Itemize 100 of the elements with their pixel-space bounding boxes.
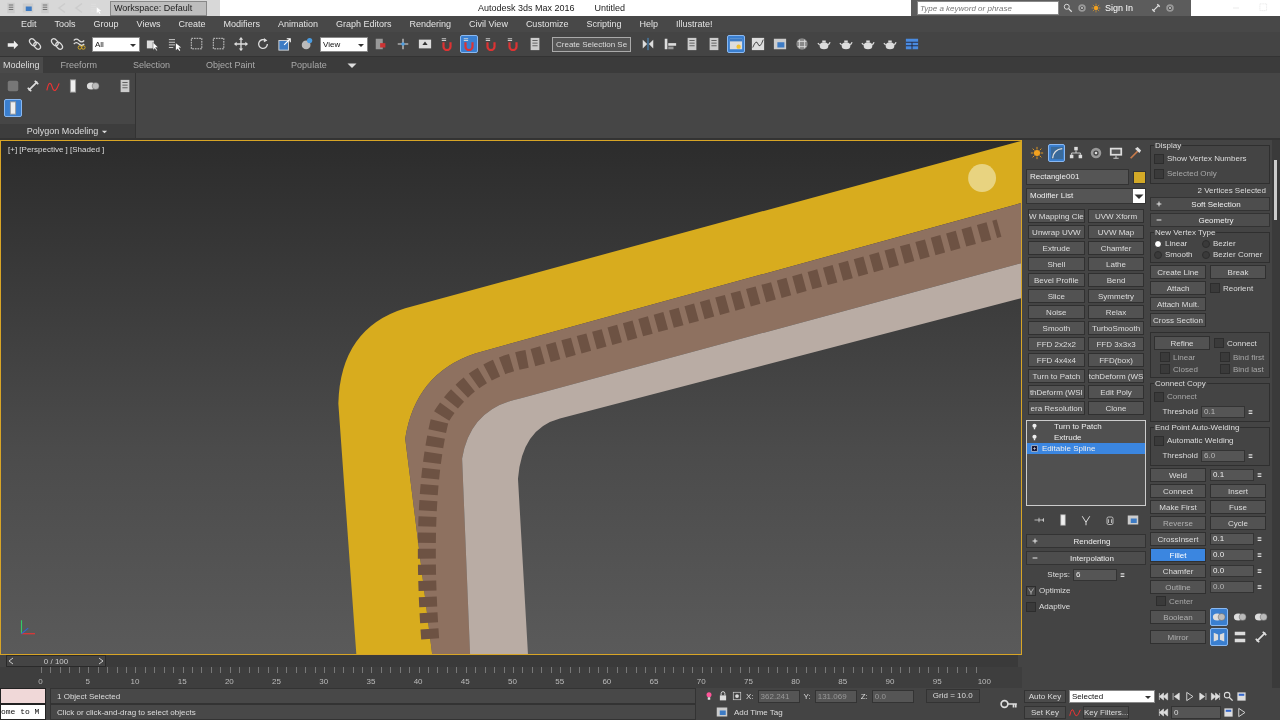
next-frame-icon[interactable] xyxy=(1197,690,1208,702)
mirror-horizontal-icon[interactable] xyxy=(1210,628,1228,646)
modifier-stack-item[interactable]: Extrude xyxy=(1027,432,1145,443)
move-icon[interactable] xyxy=(232,35,250,53)
spinner-arrows-icon[interactable] xyxy=(1257,470,1262,480)
key-mode-dropdown[interactable]: Selected xyxy=(1069,689,1155,703)
checkbox[interactable]: Automatic Welding xyxy=(1154,435,1234,446)
command-button[interactable]: Attach Mult. xyxy=(1150,297,1206,311)
lightbulb-icon[interactable] xyxy=(1031,423,1038,430)
modifier-button[interactable]: Slice xyxy=(1028,289,1085,303)
time-slider-handle[interactable]: 0 / 100 xyxy=(6,655,106,667)
sign-in-link[interactable]: Sign In xyxy=(1105,3,1134,13)
spinner-field[interactable]: 0.1 xyxy=(1210,533,1254,545)
checkbox[interactable]: Connect xyxy=(1214,338,1266,348)
modifier-button[interactable]: Clone xyxy=(1087,401,1145,415)
spinner-arrows-icon[interactable] xyxy=(1257,566,1262,576)
radio-button[interactable]: Bezier Corner xyxy=(1202,250,1268,259)
maxscript-input[interactable] xyxy=(0,688,46,704)
rollout-header[interactable]: Rendering xyxy=(1026,534,1146,548)
workspace-dropdown[interactable]: Workspace: Default xyxy=(110,0,208,16)
auto-key-button[interactable]: Auto Key xyxy=(1024,689,1066,703)
spinner-field[interactable]: 0.1 xyxy=(1210,469,1254,481)
minus-icon[interactable] xyxy=(1155,216,1163,224)
viewport-label[interactable]: [+] [Perspective ] [Shaded ] xyxy=(8,145,105,154)
caret-icon[interactable] xyxy=(1133,189,1145,203)
lock-icon[interactable] xyxy=(718,691,728,701)
dropdown[interactable]: All xyxy=(92,36,140,52)
scrollbar-thumb[interactable] xyxy=(1274,160,1277,220)
menu-item[interactable]: Customize xyxy=(516,19,578,29)
rollout-header[interactable]: Soft Selection xyxy=(1150,197,1270,211)
command-button[interactable]: Cross Section xyxy=(1150,313,1206,327)
ribbon-tab[interactable]: Freeform xyxy=(42,57,116,73)
command-button[interactable]: Insert xyxy=(1210,484,1266,498)
radio-button[interactable]: Bezier xyxy=(1202,239,1268,248)
command-button[interactable]: Fillet xyxy=(1150,548,1206,562)
radio-button[interactable]: Linear xyxy=(1154,239,1202,248)
command-button[interactable]: Cycle xyxy=(1210,516,1266,530)
command-button[interactable]: Fuse xyxy=(1210,500,1266,514)
menu-item[interactable]: Help xyxy=(630,19,667,29)
modifier-button[interactable]: tchDeform (WS xyxy=(1087,369,1145,383)
command-button[interactable]: Attach xyxy=(1150,281,1206,295)
menu-item[interactable]: Scripting xyxy=(577,19,631,29)
spinner-field[interactable]: 0.0 xyxy=(1210,565,1254,577)
modifier-button[interactable]: UVW Xform xyxy=(1087,209,1145,223)
plus-icon[interactable] xyxy=(1031,537,1039,545)
modifier-button[interactable]: Turn to Patch xyxy=(1028,369,1085,383)
modifier-button[interactable]: W Mapping Cle xyxy=(1028,209,1085,223)
viewport[interactable]: [+] [Perspective ] [Shaded ] xyxy=(0,140,1022,655)
named-selection-field[interactable]: Create Selection Se xyxy=(552,36,632,52)
rollout-header[interactable]: Interpolation xyxy=(1026,551,1146,565)
ribbon-tab[interactable]: Populate xyxy=(273,57,345,73)
modifier-button[interactable]: FFD(box) xyxy=(1087,353,1145,367)
modifier-button[interactable]: Smooth xyxy=(1028,321,1085,335)
checkbox[interactable]: Show Vertex Numbers xyxy=(1154,153,1247,164)
menu-item[interactable]: Animation xyxy=(268,19,327,29)
modifier-button[interactable]: FFD 2x2x2 xyxy=(1028,337,1085,351)
scale-icon[interactable] xyxy=(276,35,294,53)
modifier-button[interactable]: Chamfer xyxy=(1087,241,1145,255)
minus-icon[interactable] xyxy=(1031,554,1039,562)
frame-field[interactable]: 0 xyxy=(1171,705,1221,719)
spinner-arrows-icon[interactable] xyxy=(1257,550,1262,560)
go-to-start-icon[interactable] xyxy=(1158,690,1169,702)
plus-icon[interactable] xyxy=(1155,200,1163,208)
command-button[interactable]: Chamfer xyxy=(1150,564,1206,578)
modifier-button[interactable]: Bevel Profile xyxy=(1028,273,1085,287)
modifier-button[interactable]: TurboSmooth xyxy=(1087,321,1145,335)
zoom-icon[interactable] xyxy=(1223,690,1234,702)
checkbox[interactable]: Adaptive xyxy=(1026,601,1071,612)
spinner-arrows-icon[interactable] xyxy=(1257,582,1262,592)
modifier-button[interactable]: era Resolution xyxy=(1028,401,1085,415)
menu-item[interactable]: Illustrate! xyxy=(666,19,722,29)
modifier-button[interactable]: Extrude xyxy=(1028,241,1085,255)
key-filters-button[interactable]: Key Filters... xyxy=(1083,705,1130,719)
modifier-stack-item[interactable]: Turn to Patch xyxy=(1027,421,1145,432)
dropdown[interactable]: View xyxy=(320,36,368,52)
modifier-button[interactable]: Lathe xyxy=(1087,257,1145,271)
previous-frame-icon[interactable] xyxy=(1171,690,1182,702)
time-tag-icon[interactable] xyxy=(716,706,728,718)
set-key-button[interactable]: Set Key xyxy=(1024,705,1066,719)
object-color-swatch[interactable] xyxy=(1133,170,1146,184)
chain-link-icon[interactable] xyxy=(26,35,44,53)
add-time-tag[interactable]: Add Time Tag xyxy=(734,707,783,717)
ribbon-tab[interactable]: Modeling xyxy=(0,57,43,73)
command-button[interactable]: Connect xyxy=(1150,484,1206,498)
modifier-button[interactable]: FFD 4x4x4 xyxy=(1028,353,1085,367)
modifier-button[interactable]: Noise xyxy=(1028,305,1085,319)
menu-item[interactable]: Edit xyxy=(12,19,46,29)
modifier-stack-item[interactable]: Editable Spline xyxy=(1027,443,1145,454)
command-button[interactable]: Create Line xyxy=(1150,265,1206,279)
modifier-button[interactable]: Symmetry xyxy=(1087,289,1145,303)
ribbon-tab[interactable]: Selection xyxy=(115,57,189,73)
time-slider-track[interactable]: 0 / 100 xyxy=(6,655,1018,667)
scrollbar[interactable] xyxy=(1272,140,1280,688)
spinner-arrows-icon[interactable] xyxy=(1257,534,1262,544)
angle-snap-icon[interactable] xyxy=(460,35,478,53)
ribbon-panel-icon[interactable] xyxy=(727,35,746,53)
modifier-button[interactable]: Relax xyxy=(1087,305,1145,319)
command-button[interactable]: Weld xyxy=(1150,468,1206,482)
maxscript-listener[interactable]: ome to M xyxy=(0,704,46,720)
modifier-button[interactable]: Edit Poly xyxy=(1087,385,1145,399)
